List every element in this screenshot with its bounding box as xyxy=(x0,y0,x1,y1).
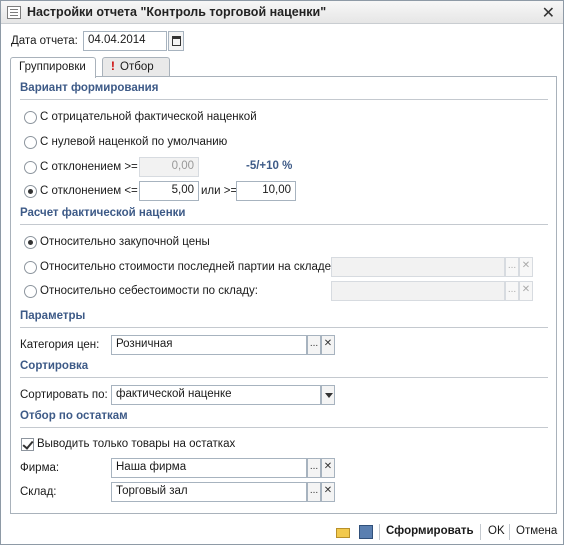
radio-cost-price-label: Относительно себестоимости по складу: xyxy=(40,285,258,297)
tab-groupings[interactable]: Группировки xyxy=(10,57,96,78)
title-bar: Настройки отчета "Контроль торговой наце… xyxy=(1,1,563,24)
radio-cost-price[interactable] xyxy=(24,285,37,298)
section-divider xyxy=(20,224,548,225)
tab-filter-label: Отбор xyxy=(120,61,154,73)
cancel-button[interactable]: Отмена xyxy=(516,525,557,537)
close-icon[interactable]: ✕ xyxy=(542,3,555,23)
calendar-button[interactable] xyxy=(168,31,184,51)
folder-icon xyxy=(336,528,350,538)
warehouse-clear-button[interactable]: ✕ xyxy=(321,482,335,502)
bottom-toolbar: Сформировать OK Отмена xyxy=(1,520,563,544)
last-batch-warehouse-field[interactable] xyxy=(331,257,505,277)
radio-purchase-price[interactable] xyxy=(24,236,37,249)
radio-deviation-lte[interactable] xyxy=(24,185,37,198)
date-field[interactable]: 04.04.2014 xyxy=(83,31,167,51)
radio-deviation-gte[interactable] xyxy=(24,161,37,174)
deviation-gte-field[interactable]: 0,00 xyxy=(139,157,199,177)
deviation-or-label: или >= xyxy=(201,185,238,197)
section-divider xyxy=(20,327,548,328)
radio-deviation-lte-label: С отклонением <= xyxy=(40,185,138,197)
price-category-field[interactable]: Розничная xyxy=(111,335,307,355)
window-title: Настройки отчета "Контроль торговой наце… xyxy=(27,5,327,19)
save-settings-icon[interactable] xyxy=(358,524,374,540)
radio-zero-markup-label: С нулевой наценкой по умолчанию xyxy=(40,136,228,148)
last-batch-clear-button[interactable]: ✕ xyxy=(519,257,533,277)
price-category-label: Категория цен: xyxy=(20,339,100,351)
only-in-stock-label: Выводить только товары на остатках xyxy=(37,438,236,450)
radio-negative-markup-label: С отрицательной фактической наценкой xyxy=(40,111,257,123)
firm-label: Фирма: xyxy=(20,462,60,474)
cost-clear-button[interactable]: ✕ xyxy=(519,281,533,301)
floppy-icon xyxy=(359,525,373,539)
generate-button[interactable]: Сформировать xyxy=(386,525,474,537)
tab-filter[interactable]: ! Отбор xyxy=(102,57,170,77)
deviation-lte-field[interactable]: 5,00 xyxy=(139,181,199,201)
warehouse-select-button[interactable]: ... xyxy=(307,482,321,502)
cost-warehouse-field[interactable] xyxy=(331,281,505,301)
firm-field[interactable]: Наша фирма xyxy=(111,458,307,478)
groupings-panel: Вариант формирования С отрицательной фак… xyxy=(10,76,557,514)
toolbar-separator xyxy=(379,524,380,540)
radio-deviation-gte-label: С отклонением >= xyxy=(40,161,138,173)
radio-purchase-price-label: Относительно закупочной цены xyxy=(40,236,210,248)
only-in-stock-checkbox[interactable] xyxy=(21,438,34,451)
sort-by-select[interactable]: фактической наценке xyxy=(111,385,321,405)
warehouse-label: Склад: xyxy=(20,486,57,498)
radio-negative-markup[interactable] xyxy=(24,111,37,124)
settings-window: Настройки отчета "Контроль торговой наце… xyxy=(0,0,564,545)
section-variant-title: Вариант формирования xyxy=(20,82,159,94)
toolbar-separator xyxy=(509,524,510,540)
calendar-icon xyxy=(172,36,181,46)
section-divider xyxy=(20,99,548,100)
firm-select-button[interactable]: ... xyxy=(307,458,321,478)
radio-last-batch[interactable] xyxy=(24,261,37,274)
section-params-title: Параметры xyxy=(20,310,86,322)
toolbar-separator xyxy=(480,524,481,540)
cost-select-button[interactable]: ... xyxy=(505,281,519,301)
price-category-clear-button[interactable]: ✕ xyxy=(321,335,335,355)
section-sort-title: Сортировка xyxy=(20,360,89,372)
section-calc-title: Расчет фактической наценки xyxy=(20,207,186,219)
section-divider xyxy=(20,377,548,378)
warehouse-field[interactable]: Торговый зал xyxy=(111,482,307,502)
firm-clear-button[interactable]: ✕ xyxy=(321,458,335,478)
deviation-upper-field[interactable]: 10,00 xyxy=(236,181,296,201)
date-label: Дата отчета: xyxy=(11,35,78,47)
sort-by-label: Сортировать по: xyxy=(20,389,108,401)
radio-zero-markup[interactable] xyxy=(24,136,37,149)
warning-icon: ! xyxy=(111,61,115,73)
open-settings-icon[interactable] xyxy=(335,524,351,540)
chevron-down-icon[interactable] xyxy=(321,385,335,405)
tab-groupings-label: Группировки xyxy=(19,61,86,73)
price-category-select-button[interactable]: ... xyxy=(307,335,321,355)
form-icon xyxy=(7,6,21,19)
section-divider xyxy=(20,427,548,428)
last-batch-select-button[interactable]: ... xyxy=(505,257,519,277)
ok-button[interactable]: OK xyxy=(488,525,505,537)
deviation-hint: -5/+10 % xyxy=(246,160,293,172)
section-stock-title: Отбор по остаткам xyxy=(20,410,128,422)
radio-last-batch-label: Относительно стоимости последней партии … xyxy=(40,261,335,273)
